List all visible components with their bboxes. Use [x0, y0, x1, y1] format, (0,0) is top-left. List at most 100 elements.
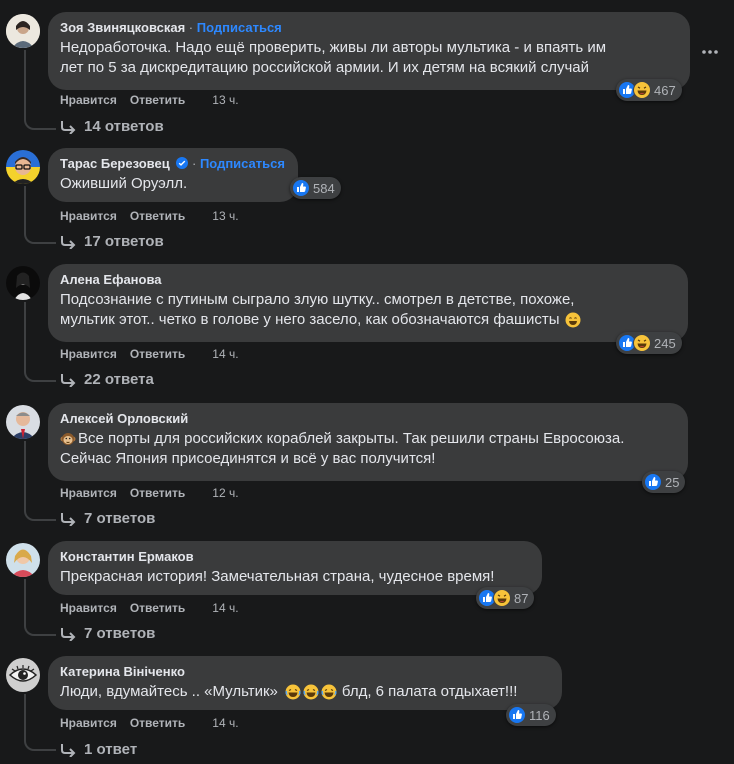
replies-count: 7 ответов	[84, 625, 156, 642]
timestamp[interactable]: 13 ч.	[212, 93, 238, 107]
comment-bubble: Константин Ермаков Прекрасная история! З…	[48, 541, 542, 595]
haha-icon	[633, 334, 651, 352]
like-button[interactable]: Нравится	[60, 347, 117, 361]
author-row: Алена Ефанова	[60, 272, 676, 288]
reaction-count: 25	[665, 474, 680, 490]
like-button[interactable]: Нравится	[60, 716, 117, 730]
replies-count: 7 ответов	[84, 510, 156, 527]
reply-arrow-icon	[61, 743, 76, 757]
monkey-emoji-icon	[60, 433, 76, 445]
reactions-badge[interactable]: 116	[506, 704, 556, 726]
smile-emoji-icon	[565, 312, 581, 328]
comment-text-fragment: мультик этот.. четко в голове у него зас…	[60, 311, 560, 328]
reaction-count: 87	[514, 590, 529, 606]
reply-button[interactable]: Ответить	[130, 209, 185, 223]
reactions-badge[interactable]: 467	[616, 79, 682, 101]
reaction-count: 467	[654, 82, 676, 98]
thread-line	[24, 579, 56, 636]
like-button[interactable]: Нравится	[60, 486, 117, 500]
avatar[interactable]	[6, 658, 40, 692]
view-replies-link[interactable]: 14 ответов	[60, 118, 164, 135]
author-row: Тарас Березовец · Подписаться	[60, 156, 286, 172]
comment-text-fragment: Люди, вдумайтесь .. «Мультик»	[60, 683, 278, 700]
avatar[interactable]	[6, 150, 40, 184]
subscribe-link[interactable]: Подписаться	[200, 156, 285, 171]
reply-button[interactable]: Ответить	[130, 486, 185, 500]
timestamp[interactable]: 14 ч.	[212, 716, 238, 730]
reply-arrow-icon	[61, 627, 76, 641]
comment-text: Люди, вдумайтесь .. «Мультик» блд, 6 пал…	[60, 682, 550, 702]
author-name[interactable]: Алена Ефанова	[60, 272, 162, 287]
thread-line	[24, 186, 56, 244]
reaction-count: 116	[529, 707, 550, 723]
like-icon	[644, 473, 662, 491]
comment-text: Прекрасная история! Замечательная страна…	[60, 567, 530, 587]
more-options-icon[interactable]	[700, 42, 720, 62]
reaction-count: 245	[654, 335, 676, 351]
thread-line	[24, 50, 56, 130]
comment-bubble: Зоя Звиняцковская · Подписаться Недорабо…	[48, 12, 690, 90]
reactions-badge[interactable]: 87	[476, 587, 535, 609]
view-replies-link[interactable]: 22 ответа	[60, 371, 154, 388]
comment-text-line: Сейчас Япония присоединятся и всё у вас …	[60, 450, 436, 467]
reply-button[interactable]: Ответить	[130, 347, 185, 361]
comment-text: Оживший Оруэлл.	[60, 174, 286, 194]
like-button[interactable]: Нравится	[60, 601, 117, 615]
comment-text: Подсознание с путиным сыграло злую шутку…	[60, 290, 676, 330]
reaction-count: 584	[313, 180, 335, 196]
like-icon	[292, 179, 310, 197]
timestamp[interactable]: 12 ч.	[212, 486, 238, 500]
author-name[interactable]: Катерина Вініченко	[60, 664, 185, 679]
comment-text-line: Все порты для российских кораблей закрыт…	[60, 429, 676, 449]
comment-actions: Нравится Ответить 12 ч.	[60, 486, 239, 500]
subscribe-link[interactable]: Подписаться	[197, 20, 282, 35]
avatar[interactable]	[6, 405, 40, 439]
reply-button[interactable]: Ответить	[130, 601, 185, 615]
replies-count: 22 ответа	[84, 371, 154, 388]
haha-icon	[633, 81, 651, 99]
timestamp[interactable]: 14 ч.	[212, 601, 238, 615]
reactions-badge[interactable]: 245	[616, 332, 682, 354]
avatar[interactable]	[6, 266, 40, 300]
author-row: Алексей Орловский	[60, 411, 676, 427]
author-name[interactable]: Константин Ермаков	[60, 549, 194, 564]
reactions-badge[interactable]: 25	[642, 471, 686, 493]
view-replies-link[interactable]: 17 ответов	[60, 233, 164, 250]
reply-arrow-icon	[61, 235, 76, 249]
like-button[interactable]: Нравится	[60, 209, 117, 223]
comment-bubble: Тарас Березовец · Подписаться Оживший Ор…	[48, 148, 298, 202]
timestamp[interactable]: 14 ч.	[212, 347, 238, 361]
comment-text-line: Прекрасная история! Замечательная страна…	[60, 568, 495, 585]
emoji-group	[283, 684, 337, 700]
avatar[interactable]	[6, 14, 40, 48]
author-name[interactable]: Алексей Орловский	[60, 411, 188, 426]
thread-line	[24, 302, 56, 382]
separator-dot: ·	[191, 156, 197, 171]
author-row: Катерина Вініченко	[60, 664, 550, 680]
replies-count: 1 ответ	[84, 741, 138, 758]
view-replies-link[interactable]: 7 ответов	[60, 625, 155, 642]
reactions-badge[interactable]: 584	[290, 177, 341, 199]
author-name[interactable]: Зоя Звиняцковская	[60, 20, 185, 35]
verified-badge-icon	[176, 157, 189, 169]
author-row: Константин Ермаков	[60, 549, 530, 565]
separator-dot: ·	[188, 20, 194, 35]
like-button[interactable]: Нравится	[60, 93, 117, 107]
reply-button[interactable]: Ответить	[130, 93, 185, 107]
reply-arrow-icon	[61, 373, 76, 387]
comment-text: Все порты для российских кораблей закрыт…	[60, 429, 676, 469]
reply-button[interactable]: Ответить	[130, 716, 185, 730]
comment-text-line: Недоработочка. Надо ещё проверить, живы …	[60, 39, 607, 56]
comment-actions: Нравится Ответить 14 ч.	[60, 601, 239, 615]
comment-actions: Нравится Ответить 14 ч.	[60, 716, 239, 730]
view-replies-link[interactable]: 1 ответ	[60, 741, 137, 758]
author-name[interactable]: Тарас Березовец	[60, 156, 170, 171]
view-replies-link[interactable]: 7 ответов	[60, 510, 155, 527]
comment-actions: Нравится Ответить 13 ч.	[60, 209, 239, 223]
haha-icon	[493, 589, 511, 607]
avatar[interactable]	[6, 543, 40, 577]
like-icon	[508, 706, 526, 724]
thread-line	[24, 441, 56, 521]
comment-bubble: Алексей Орловский Все порты для российск…	[48, 403, 688, 481]
timestamp[interactable]: 13 ч.	[212, 209, 238, 223]
